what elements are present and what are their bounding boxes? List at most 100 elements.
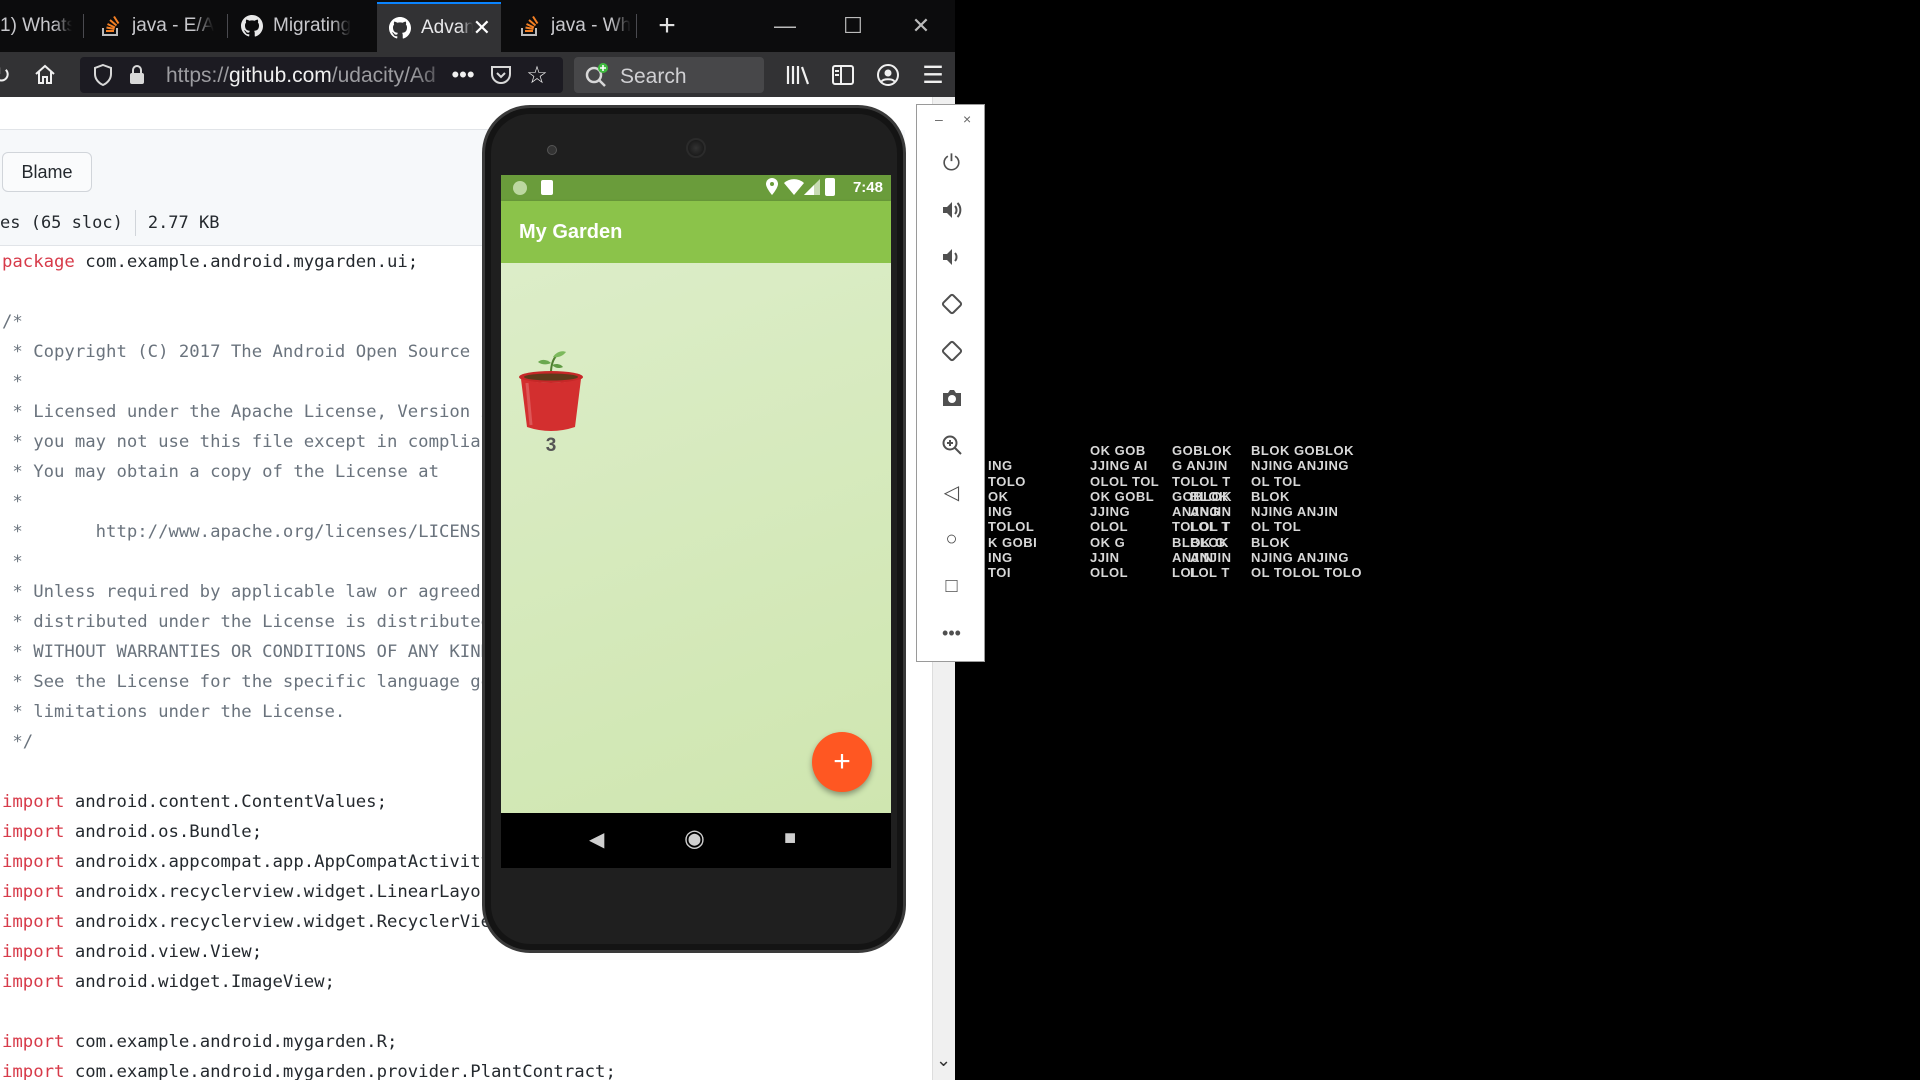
potted-plant-icon <box>519 351 583 431</box>
file-size: 2.77 KB <box>147 213 220 233</box>
plant-item[interactable]: 3 <box>517 343 585 456</box>
hamburger-menu-icon[interactable]: ☰ <box>916 58 950 92</box>
close-tab-icon[interactable]: ✕ <box>473 15 491 41</box>
back-icon[interactable]: ◁ <box>917 472 986 512</box>
scroll-down-arrow-icon[interactable]: ⌄ <box>936 1050 951 1071</box>
code-comment: */ <box>2 732 34 752</box>
code-comment: * You may obtain a copy of the License a… <box>2 462 439 482</box>
file-lines: es (65 sloc) <box>0 213 123 233</box>
power-icon[interactable]: ⏻ <box>917 143 986 183</box>
tab-bar: 1) Whats java - E/A Migrating Advan ✕ ja… <box>0 0 955 52</box>
wallpaper-text-column: BLOK ANJIN LOL T BLOK ANJIN LOL T <box>1190 488 1232 581</box>
code-keyword: import <box>2 792 65 812</box>
lock-icon[interactable] <box>120 58 154 92</box>
pocket-icon[interactable] <box>484 58 518 92</box>
code-comment: * limitations under the License. <box>2 702 346 722</box>
tab-stackoverflow-2[interactable]: java - Wh <box>507 4 635 48</box>
tab-separator <box>227 14 228 38</box>
overview-icon[interactable]: ■ <box>784 827 796 850</box>
close-window-button[interactable]: ✕ <box>887 0 955 52</box>
code-comment: * <box>2 552 23 572</box>
library-icon[interactable] <box>781 58 815 92</box>
tab-github-advanced[interactable]: Advan ✕ <box>377 2 501 52</box>
home-icon[interactable]: ○ <box>917 519 986 559</box>
search-bar[interactable]: Search <box>574 57 764 93</box>
code-comment: * Licensed under the Apache License, Ver… <box>2 402 512 422</box>
code-keyword: import <box>2 1062 65 1080</box>
wallpaper-text-column: OK GOB JJING AI OLOL TOL OK GOBL JJING O… <box>1090 443 1160 581</box>
github-icon <box>389 17 411 39</box>
url-prefix: https:// <box>166 64 230 87</box>
url-text: https://github.com/udacity/Ad <box>166 64 456 88</box>
code-text: com.example.android.mygarden.ui; <box>74 252 419 272</box>
maximize-button[interactable]: ☐ <box>819 0 887 52</box>
new-tab-button[interactable]: + <box>631 0 703 52</box>
emulator-close-button[interactable]: × <box>963 111 971 127</box>
rotate-right-icon[interactable] <box>917 331 986 371</box>
front-camera <box>547 145 557 155</box>
reload-icon[interactable]: ↻ <box>0 58 18 92</box>
back-icon[interactable]: ◀ <box>589 827 604 852</box>
code-keyword: package <box>2 252 75 272</box>
wallpaper-text-column: BLOK GOBLOK NJING ANJING OL TOL BLOK NJI… <box>1251 443 1362 581</box>
tracking-protection-shield-icon[interactable] <box>86 58 120 92</box>
overview-icon[interactable]: □ <box>917 566 986 606</box>
home-icon[interactable]: ◉ <box>684 824 705 853</box>
code-keyword: import <box>2 912 65 932</box>
bookmark-star-icon[interactable]: ☆ <box>520 58 554 92</box>
url-path: /udacity/Ad <box>331 64 436 87</box>
code-text: android.view.View; <box>64 942 263 962</box>
code-comment: * distributed under the License is distr… <box>2 612 512 632</box>
minimize-button[interactable]: — <box>751 0 819 52</box>
tab-whatsapp[interactable]: 1) Whats <box>0 4 72 48</box>
more-icon[interactable]: ••• <box>917 613 986 653</box>
garden-content: 3 + <box>501 263 891 813</box>
code-comment: * Copyright (C) 2017 The Android Open So… <box>2 342 512 362</box>
sd-card-icon <box>541 180 553 195</box>
tab-label: Advan <box>421 17 473 38</box>
earpiece-speaker <box>686 138 706 158</box>
wallpaper-text-column: ING TOLO OK ING TOLOL K GOBI ING TOI <box>988 458 1038 581</box>
code-line: import com.example.android.mygarden.prov… <box>0 1057 905 1080</box>
code-comment: * http://www.apache.org/licenses/LICENSE… <box>2 522 512 542</box>
code-keyword: import <box>2 1032 65 1052</box>
url-bar[interactable]: https://github.com/udacity/Ad ••• ☆ <box>80 57 563 93</box>
tab-github-migrating[interactable]: Migrating <box>229 4 375 48</box>
signal-icon <box>804 179 820 199</box>
navigation-toolbar: ↻ https://github.com/udacity/Ad ••• ☆ Se… <box>0 52 955 97</box>
home-icon[interactable] <box>28 58 62 92</box>
code-keyword: import <box>2 822 65 842</box>
blame-button[interactable]: Blame <box>2 152 92 192</box>
zoom-icon[interactable] <box>917 425 986 465</box>
search-placeholder: Search <box>620 65 687 88</box>
search-engine-icon <box>580 58 614 92</box>
tab-stackoverflow-1[interactable]: java - E/A <box>88 4 226 48</box>
code-comment: /* <box>2 312 23 332</box>
stackoverflow-icon <box>519 15 541 37</box>
rotate-left-icon[interactable] <box>917 284 986 324</box>
account-icon[interactable] <box>871 58 905 92</box>
code-keyword: import <box>2 942 65 962</box>
code-comment: * you may not use this file except in co… <box>2 432 512 452</box>
add-plant-fab[interactable]: + <box>812 732 872 792</box>
code-text: com.example.android.mygarden.provider.Pl… <box>64 1062 616 1080</box>
device-screen[interactable]: 7:48 My Garden 3 + ◀ ◉ ■ <box>501 175 891 868</box>
github-icon <box>241 15 263 37</box>
sidebar-icon[interactable] <box>826 58 860 92</box>
tab-label: java - Wh <box>551 15 632 36</box>
page-actions-icon[interactable]: ••• <box>446 58 480 92</box>
system-navigation-bar: ◀ ◉ ■ <box>501 813 891 868</box>
app-toolbar: My Garden <box>501 201 891 263</box>
code-text: androidx.recyclerview.widget.RecyclerVie… <box>64 912 512 932</box>
url-domain: github.com <box>229 64 332 87</box>
emulator-minimize-button[interactable]: – <box>935 111 943 127</box>
code-line: import com.example.android.mygarden.R; <box>0 1027 905 1057</box>
volume-down-icon[interactable] <box>917 237 986 277</box>
volume-up-icon[interactable] <box>917 190 986 230</box>
camera-icon[interactable] <box>917 378 986 418</box>
code-text: android.widget.ImageView; <box>64 972 335 992</box>
code-text: androidx.recyclerview.widget.LinearLayou… <box>64 882 512 902</box>
screen-root: ING TOLO OK ING TOLOL K GOBI ING TOI OK … <box>0 0 1920 1080</box>
status-time: 7:48 <box>852 179 883 196</box>
